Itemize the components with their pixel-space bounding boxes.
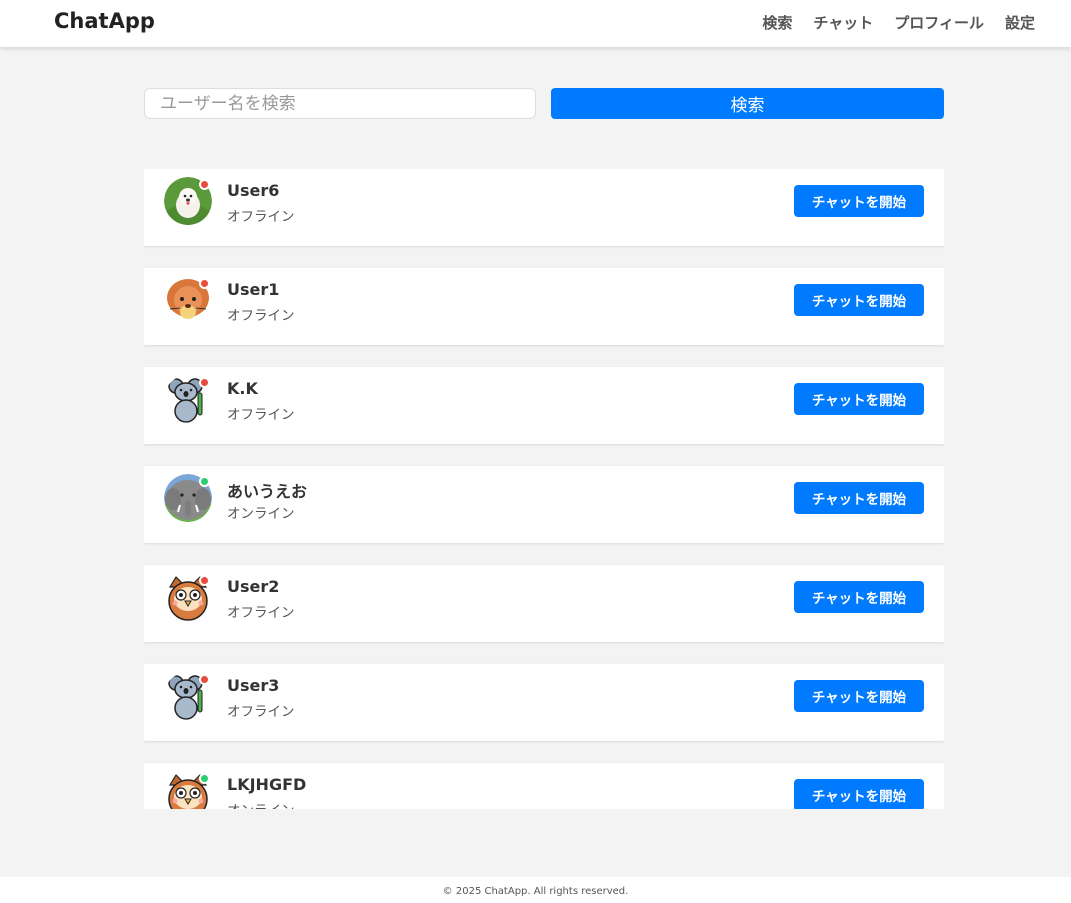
avatar <box>164 672 212 720</box>
copyright-text: © 2025 ChatApp. All rights reserved. <box>442 886 629 897</box>
start-chat-button[interactable]: チャットを開始 <box>794 284 924 316</box>
avatar <box>164 276 212 324</box>
user-name: User1 <box>227 280 280 299</box>
user-status: オフライン <box>227 308 295 324</box>
nav-settings-link[interactable]: 設定 <box>1005 12 1035 33</box>
user-status: オンライン <box>227 799 295 809</box>
avatar <box>164 474 212 522</box>
start-chat-button[interactable]: チャットを開始 <box>794 581 924 613</box>
offline-indicator <box>199 377 210 388</box>
user-name: LKJHGFD <box>227 775 307 794</box>
start-chat-button[interactable]: チャットを開始 <box>794 680 924 712</box>
search-button[interactable]: 検索 <box>551 88 944 119</box>
offline-indicator <box>199 674 210 685</box>
avatar <box>164 573 212 621</box>
online-indicator <box>199 476 210 487</box>
nav-profile-link[interactable]: プロフィール <box>894 12 984 33</box>
user-card: User1 オフライン チャットを開始 <box>144 268 944 345</box>
user-status: オンライン <box>227 506 295 522</box>
nav-chat-link[interactable]: チャット <box>813 12 873 33</box>
start-chat-button[interactable]: チャットを開始 <box>794 482 924 514</box>
start-chat-button[interactable]: チャットを開始 <box>794 185 924 217</box>
user-name: User3 <box>227 676 280 695</box>
user-name: User6 <box>227 181 280 200</box>
offline-indicator <box>199 278 210 289</box>
user-name: あいうえお <box>227 482 308 501</box>
user-name: K.K <box>227 379 258 398</box>
user-status: オフライン <box>227 407 295 423</box>
app-brand[interactable]: ChatApp <box>54 9 155 33</box>
avatar <box>164 375 212 423</box>
footer: © 2025 ChatApp. All rights reserved. <box>0 877 1071 903</box>
user-status: オフライン <box>227 704 295 720</box>
offline-indicator <box>199 179 210 190</box>
user-name: User2 <box>227 577 280 596</box>
user-status: オフライン <box>227 605 295 621</box>
start-chat-button[interactable]: チャットを開始 <box>794 383 924 415</box>
avatar <box>164 177 212 225</box>
user-list: User6 オフライン チャットを開始 User1 オフライン チャットを開始 K.K オ… <box>144 169 944 809</box>
start-chat-button[interactable]: チャットを開始 <box>794 779 924 809</box>
online-indicator <box>199 773 210 784</box>
user-status: オフライン <box>227 209 295 225</box>
main-nav: 検索 チャット プロフィール 設定 <box>762 12 1035 33</box>
search-input[interactable] <box>144 88 536 119</box>
top-navbar: ChatApp 検索 チャット プロフィール 設定 <box>0 0 1071 47</box>
user-card: K.K オフライン チャットを開始 <box>144 367 944 444</box>
user-card: LKJHGFD オンライン チャットを開始 <box>144 763 944 809</box>
user-card: User6 オフライン チャットを開始 <box>144 169 944 246</box>
user-card: User3 オフライン チャットを開始 <box>144 664 944 741</box>
user-card: User2 オフライン チャットを開始 <box>144 565 944 642</box>
nav-search-link[interactable]: 検索 <box>762 12 792 33</box>
user-card: あいうえおオンライン チャットを開始 <box>144 466 944 543</box>
avatar <box>164 771 212 809</box>
offline-indicator <box>199 575 210 586</box>
